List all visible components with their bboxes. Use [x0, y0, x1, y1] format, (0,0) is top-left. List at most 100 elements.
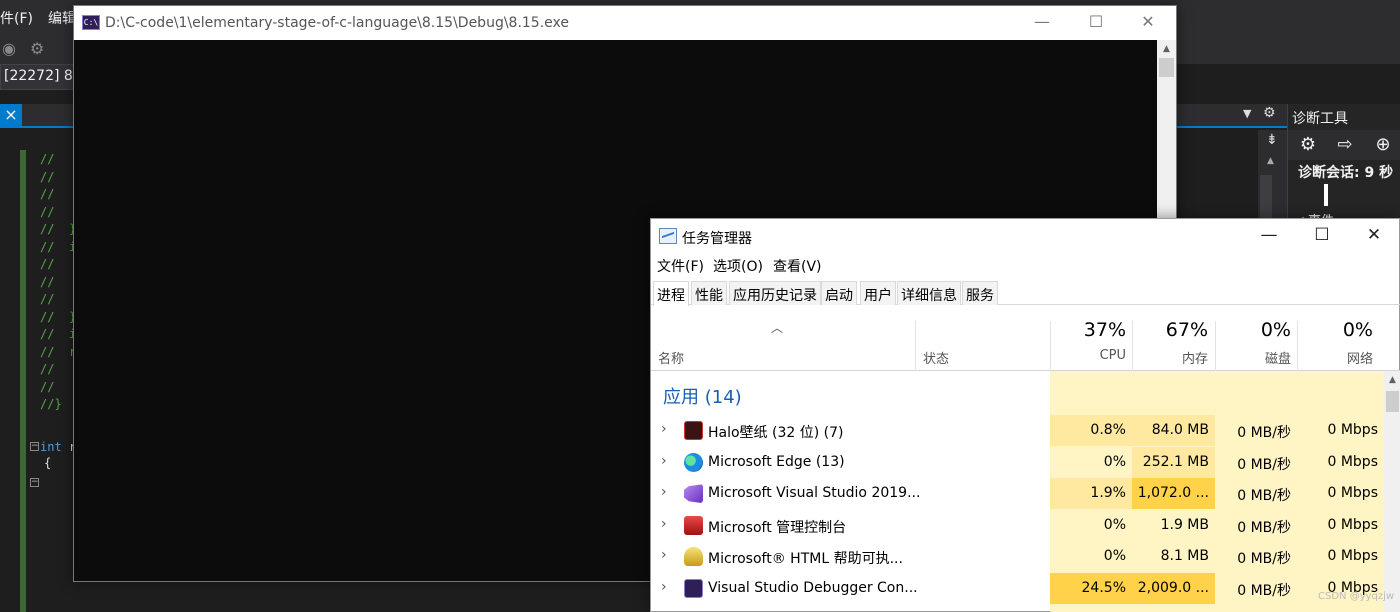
process-memory: 2,009.0 ... — [1132, 573, 1215, 604]
process-name: Visual Studio Debugger Con... — [708, 580, 918, 596]
console-scroll-thumb[interactable] — [1159, 58, 1174, 77]
expand-chevron-icon[interactable]: › — [661, 484, 667, 500]
process-disk: 0 MB/秒 — [1237, 583, 1291, 599]
code-comment-line: // — [40, 169, 55, 184]
process-name: Microsoft 管理控制台 — [708, 519, 847, 536]
fold-toggle-icon[interactable]: − — [30, 442, 39, 451]
taskmgr-scrollbar[interactable]: ▲ — [1384, 371, 1400, 612]
process-row[interactable]: › Halo壁纸 (32 位) (7) 0.8% 84.0 MB 0 MB/秒 0 Mbp… — [651, 415, 1384, 446]
process-row[interactable]: › Microsoft 管理控制台 0% 1.9 MB 0 MB/秒 0 Mbps — [651, 510, 1384, 541]
expand-chevron-icon[interactable]: › — [661, 516, 667, 532]
console-close-button[interactable]: ✕ — [1124, 6, 1172, 40]
change-tracking-margin — [20, 150, 26, 612]
taskmgr-minimize-button[interactable]: — — [1243, 219, 1295, 253]
tab-services[interactable]: 服务 — [962, 281, 998, 305]
tab-app-history[interactable]: 应用历史记录 — [729, 281, 821, 305]
process-cpu: 0% — [1103, 516, 1126, 533]
column-divider[interactable] — [1297, 321, 1298, 371]
task-manager-icon — [659, 228, 677, 244]
debugger-console-icon — [684, 579, 703, 598]
tools-icon[interactable]: ⚙ — [30, 39, 44, 58]
column-divider[interactable] — [915, 321, 916, 371]
process-name: Microsoft® HTML 帮助可执... — [708, 551, 903, 568]
scroll-up-icon[interactable]: ▲ — [1384, 373, 1400, 387]
process-selector[interactable]: [22272] 8.1 — [0, 64, 74, 90]
process-disk: 0 MB/秒 — [1237, 488, 1291, 505]
tab-processes[interactable]: 进程 — [653, 281, 689, 306]
code-comment-line: // r — [40, 344, 77, 359]
code-line-int: int r — [40, 440, 76, 454]
back-icon[interactable]: ◉ — [2, 39, 16, 58]
disk-total-percent[interactable]: 0% — [1221, 319, 1291, 341]
taskmgr-close-button[interactable]: ✕ — [1348, 219, 1400, 253]
column-header-network[interactable]: 网络 — [1303, 348, 1373, 367]
column-header-cpu[interactable]: CPU — [1056, 348, 1126, 363]
expand-chevron-icon[interactable]: › — [661, 579, 667, 595]
scroll-up-icon[interactable]: ▲ — [1157, 42, 1176, 56]
process-name: Halo壁纸 (32 位) (7) — [708, 425, 844, 441]
sort-ascending-icon[interactable]: ︿ — [771, 319, 783, 336]
expand-chevron-icon[interactable]: › — [661, 421, 667, 437]
column-header-name[interactable]: 名称 — [658, 348, 684, 367]
process-row[interactable]: › Microsoft Edge (13) 0% 252.1 MB 0 MB/秒 0 Mb… — [651, 446, 1384, 478]
console-minimize-button[interactable]: — — [1018, 6, 1066, 40]
column-header-disk[interactable]: 磁盘 — [1221, 348, 1291, 367]
taskmgr-scroll-thumb[interactable] — [1386, 391, 1399, 412]
process-network: 0 Mbps — [1327, 453, 1378, 470]
column-divider[interactable] — [1215, 321, 1216, 371]
code-comment-line: // — [40, 362, 55, 376]
process-cpu: 24.5% — [1050, 573, 1132, 604]
expand-chevron-icon[interactable]: › — [661, 453, 667, 469]
process-row[interactable]: › Visual Studio Debugger Con... 24.5% 2,009… — [651, 573, 1384, 604]
gear-icon[interactable]: ⚙ — [1296, 133, 1320, 157]
close-tab-button[interactable]: × — [0, 104, 22, 128]
code-comment-line: // — [40, 274, 55, 289]
taskmgr-title: 任务管理器 — [682, 231, 752, 247]
export-icon[interactable]: ⇨ — [1333, 133, 1357, 157]
html-help-icon — [684, 547, 703, 567]
code-comment-line: // } — [40, 309, 77, 324]
split-icon[interactable]: ⇟ — [1266, 132, 1278, 148]
vs-menu-file[interactable]: 件(F) — [0, 8, 33, 28]
tab-performance[interactable]: 性能 — [691, 281, 727, 305]
console-app-icon: C:\ — [82, 15, 100, 30]
group-header-apps: 应用 (14) — [663, 387, 742, 408]
tab-dropdown-icon[interactable]: ▼ — [1243, 107, 1251, 120]
column-divider[interactable] — [1050, 321, 1051, 371]
menu-file[interactable]: 文件(F) — [657, 256, 704, 276]
fold-toggle-icon[interactable]: − — [30, 478, 39, 487]
keyword-int: int — [40, 440, 62, 454]
column-header-memory[interactable]: 内存 — [1138, 348, 1208, 367]
process-table-body[interactable]: 应用 (14) › Halo壁纸 (32 位) (7) 0.8% 84.0 MB 0 M… — [651, 371, 1384, 612]
code-comment-line: // — [40, 292, 55, 306]
menu-view[interactable]: 查看(V) — [773, 256, 822, 276]
scroll-up-icon[interactable]: ▲ — [1267, 156, 1274, 166]
tab-users[interactable]: 用户 — [860, 281, 896, 305]
memory-total-percent[interactable]: 67% — [1138, 319, 1208, 341]
settings-gear-icon[interactable]: ⚙ — [1263, 105, 1276, 121]
expand-chevron-icon[interactable]: › — [661, 547, 667, 563]
diag-toolbar: ⚙ ⇨ ⊕ — [1288, 130, 1400, 160]
taskmgr-tabs: 进程 性能 应用历史记录 启动 用户 详细信息 服务 — [651, 279, 1400, 306]
diag-timeline-marker — [1324, 184, 1328, 206]
zoom-icon[interactable]: ⊕ — [1371, 133, 1395, 157]
column-divider[interactable] — [1132, 321, 1133, 371]
console-maximize-button[interactable]: ☐ — [1072, 6, 1120, 40]
code-comment-line: // — [40, 187, 55, 201]
network-total-percent[interactable]: 0% — [1303, 319, 1373, 341]
taskmgr-titlebar[interactable]: 任务管理器 — ☐ ✕ — [651, 219, 1400, 253]
process-memory: 1.9 MB — [1160, 516, 1209, 533]
cpu-total-percent[interactable]: 37% — [1056, 319, 1126, 341]
tab-details[interactable]: 详细信息 — [897, 281, 961, 305]
process-table-header: ︿ 名称 状态 37% CPU 67% 内存 0% 磁盘 0% 网络 — [651, 305, 1400, 371]
vs-menu-edit[interactable]: 编辑 — [48, 8, 76, 28]
console-titlebar[interactable]: C:\ D:\C-code\1\elementary-stage-of-c-la… — [74, 6, 1176, 40]
menu-options[interactable]: 选项(O) — [713, 256, 763, 276]
column-header-status[interactable]: 状态 — [923, 348, 949, 367]
diag-title: 诊断工具 — [1292, 111, 1348, 127]
tab-startup[interactable]: 启动 — [821, 281, 857, 305]
process-row[interactable]: › Microsoft Visual Studio 2019... 1.9% 1,07… — [651, 478, 1384, 510]
process-row[interactable]: › Microsoft® HTML 帮助可执... 0% 8.1 MB 0 MB/秒 0 … — [651, 541, 1384, 572]
taskmgr-maximize-button[interactable]: ☐ — [1296, 219, 1348, 253]
process-cpu: 0% — [1103, 548, 1126, 565]
